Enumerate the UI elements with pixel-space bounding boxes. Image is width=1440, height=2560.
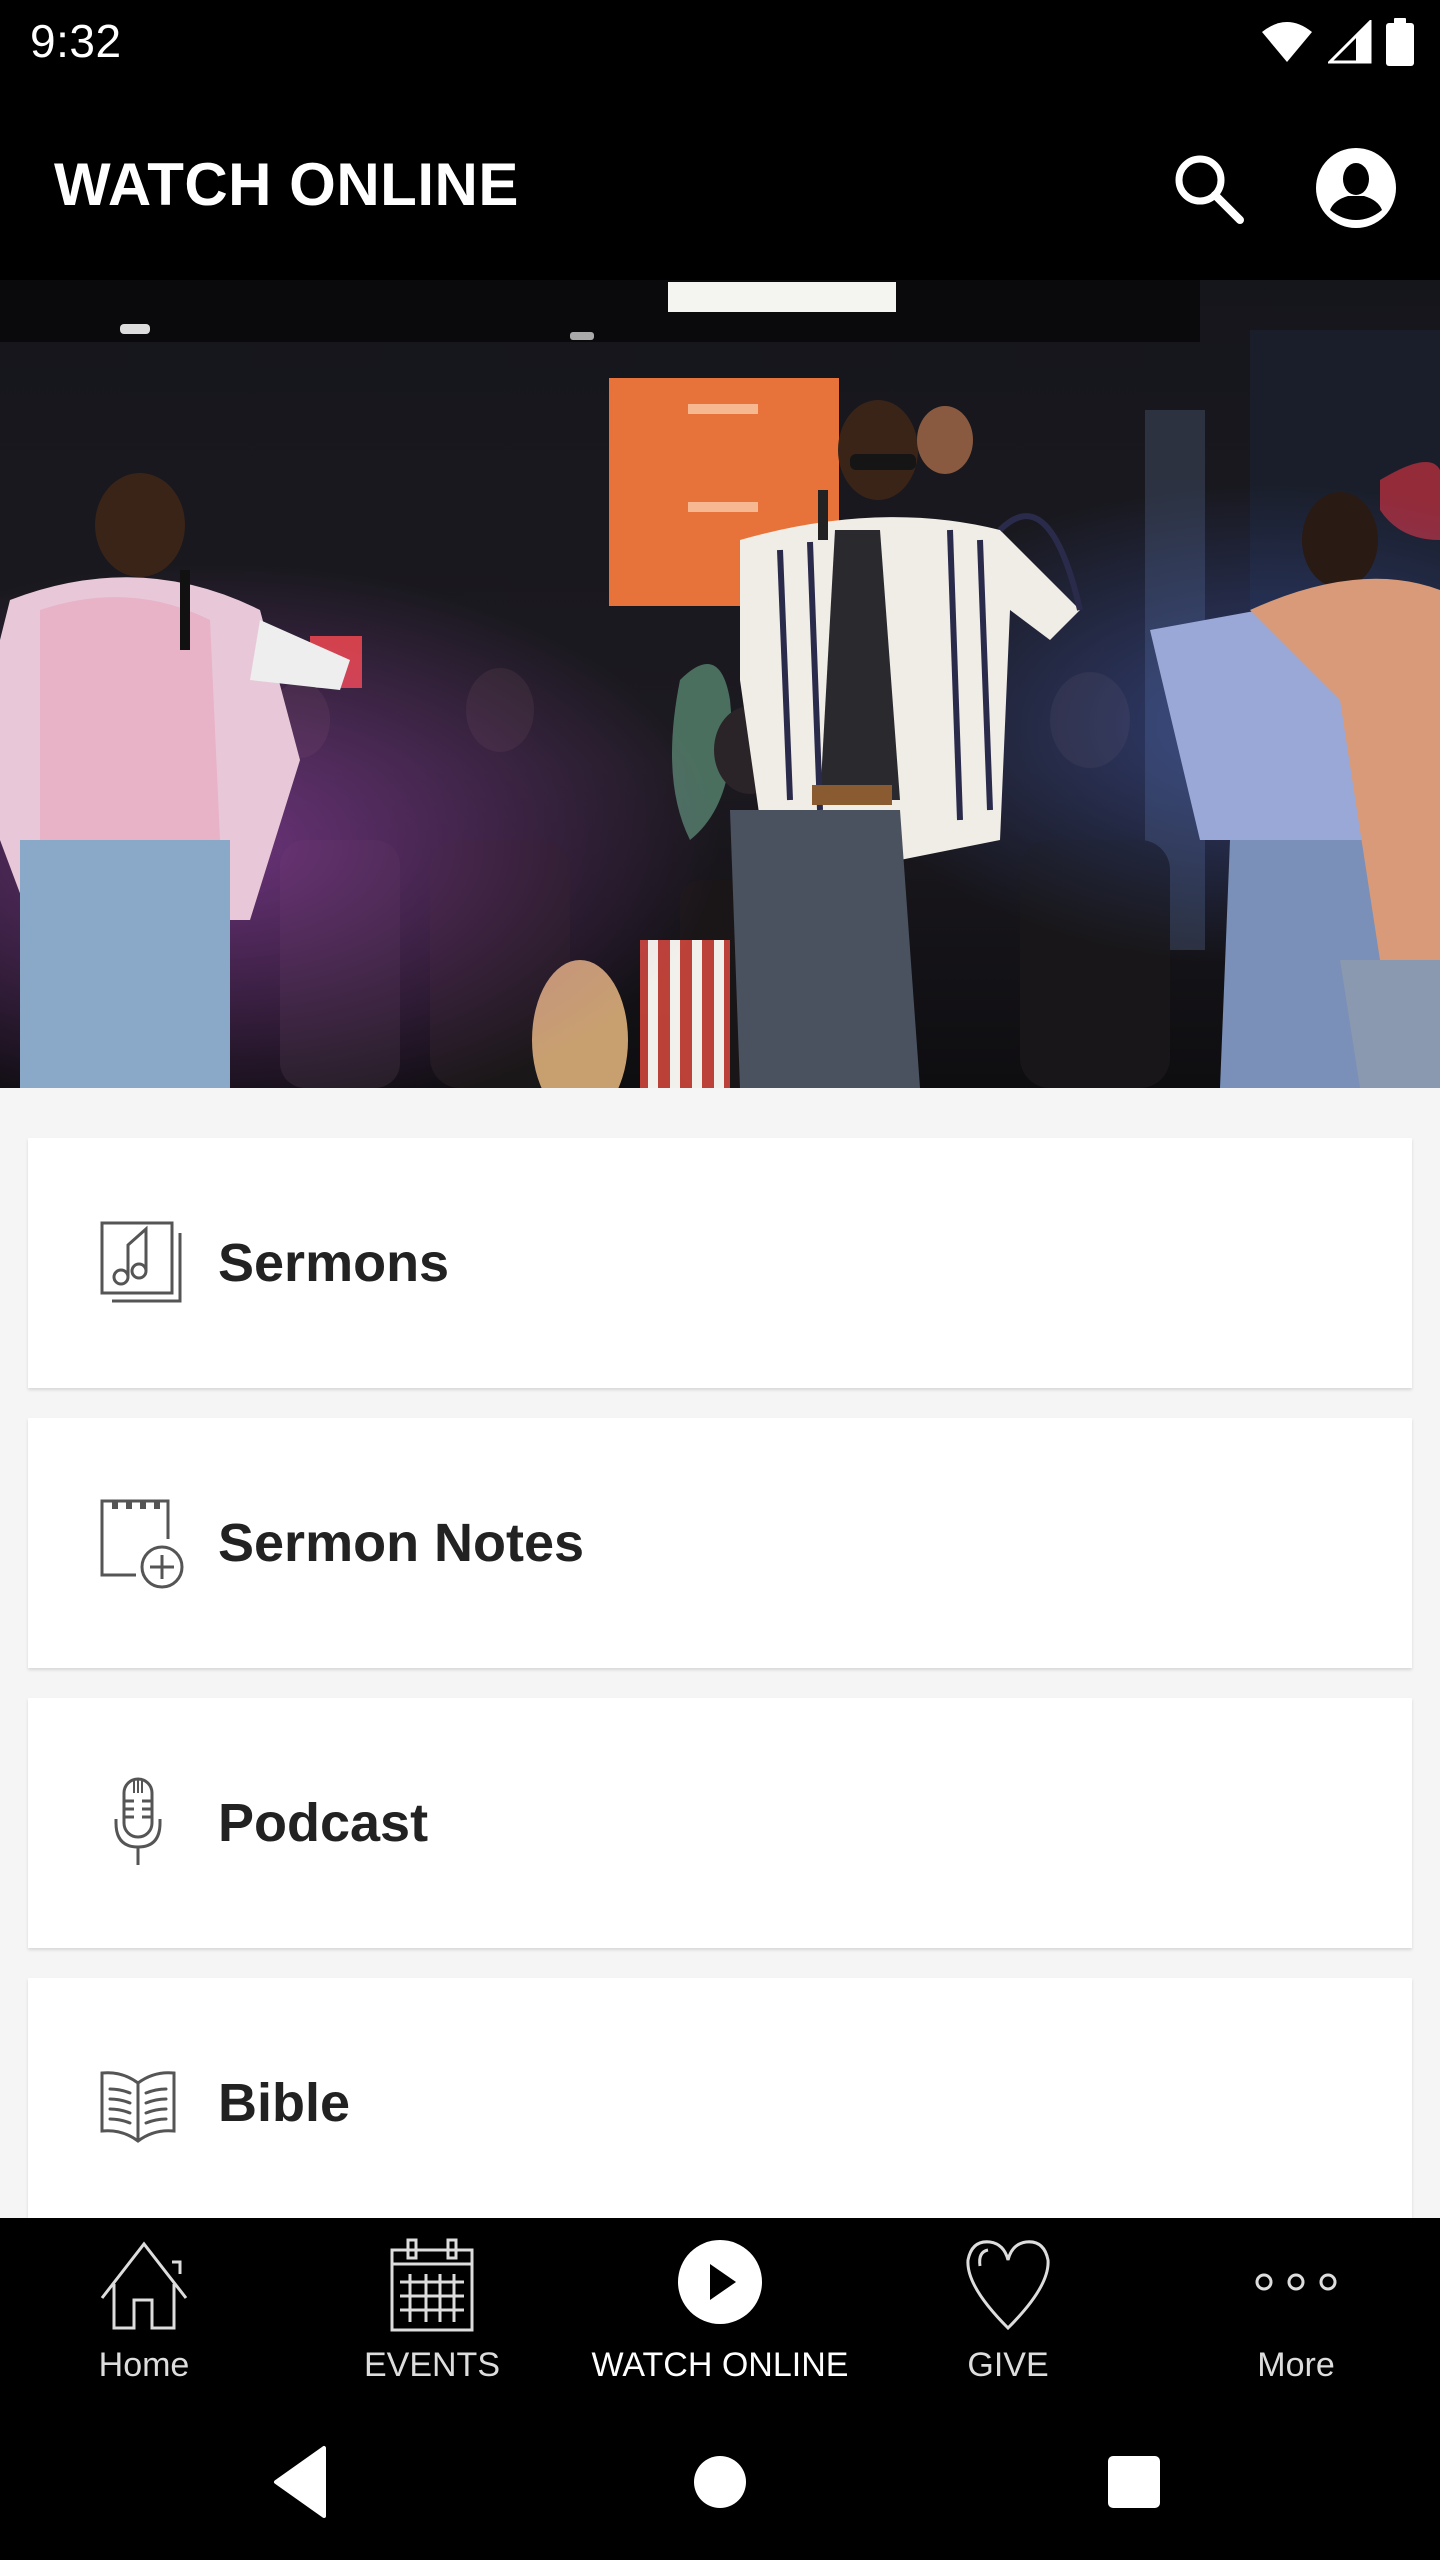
signal-icon — [1328, 20, 1372, 64]
status-bar: 9:32 — [0, 0, 1440, 84]
menu-item-label: Bible — [218, 2073, 351, 2133]
app-bar: WATCH ONLINE — [0, 84, 1440, 280]
menu-item-label: Sermon Notes — [218, 1513, 585, 1573]
nav-item-watch-online[interactable]: WATCH ONLINE — [576, 2218, 864, 2402]
battery-icon — [1386, 18, 1414, 66]
menu-item-sermons[interactable]: Sermons — [28, 1138, 1412, 1388]
menu-item-podcast[interactable]: Podcast — [28, 1698, 1412, 1948]
heart-icon — [966, 2240, 1050, 2331]
status-time: 9:32 — [30, 15, 122, 67]
bottom-nav: Home EVENTS WATCH ONLINE GIVE More — [0, 2218, 1440, 2402]
music-library-icon — [100, 1221, 182, 1303]
menu-item-label: Podcast — [218, 1793, 429, 1853]
search-button[interactable] — [1170, 150, 1246, 226]
nav-item-give[interactable]: GIVE — [864, 2218, 1152, 2402]
nav-label: Home — [98, 2346, 190, 2384]
system-home-button[interactable] — [680, 2442, 760, 2522]
nav-label: EVENTS — [363, 2346, 501, 2384]
play-circle-icon — [678, 2240, 762, 2324]
page-title: WATCH ONLINE — [54, 151, 519, 218]
home-icon — [100, 2241, 188, 2330]
search-icon — [1175, 155, 1244, 224]
menu-list: Sermons Sermon Notes Podcast Bible — [0, 1088, 1440, 2218]
wifi-icon — [1262, 22, 1312, 62]
nav-label: More — [1257, 2346, 1335, 2384]
calendar-icon — [390, 2238, 474, 2332]
notepad-add-icon — [100, 1499, 184, 1589]
nav-label: GIVE — [967, 2346, 1049, 2384]
system-recents-button[interactable] — [1094, 2442, 1174, 2522]
status-icons — [1260, 18, 1414, 66]
system-back-button[interactable] — [260, 2442, 340, 2522]
nav-item-events[interactable]: EVENTS — [288, 2218, 576, 2402]
hero-image — [0, 280, 1440, 1088]
microphone-icon — [114, 1777, 162, 1865]
nav-item-home[interactable]: Home — [0, 2218, 288, 2402]
menu-item-label: Sermons — [218, 1233, 450, 1293]
account-circle-icon — [1316, 148, 1396, 228]
menu-item-sermon-notes[interactable]: Sermon Notes — [28, 1418, 1412, 1668]
profile-button[interactable] — [1314, 146, 1398, 230]
back-triangle-icon — [274, 2446, 326, 2518]
home-circle-icon — [694, 2456, 746, 2508]
nav-item-more[interactable]: More — [1152, 2218, 1440, 2402]
recents-square-icon — [1108, 2456, 1160, 2508]
open-book-icon — [100, 2071, 176, 2143]
hero-illustration — [0, 280, 1440, 1088]
more-dots-icon — [1255, 2273, 1337, 2291]
system-nav-bar — [0, 2402, 1440, 2560]
nav-label: WATCH ONLINE — [591, 2346, 849, 2384]
menu-item-bible[interactable]: Bible — [28, 1978, 1412, 2218]
